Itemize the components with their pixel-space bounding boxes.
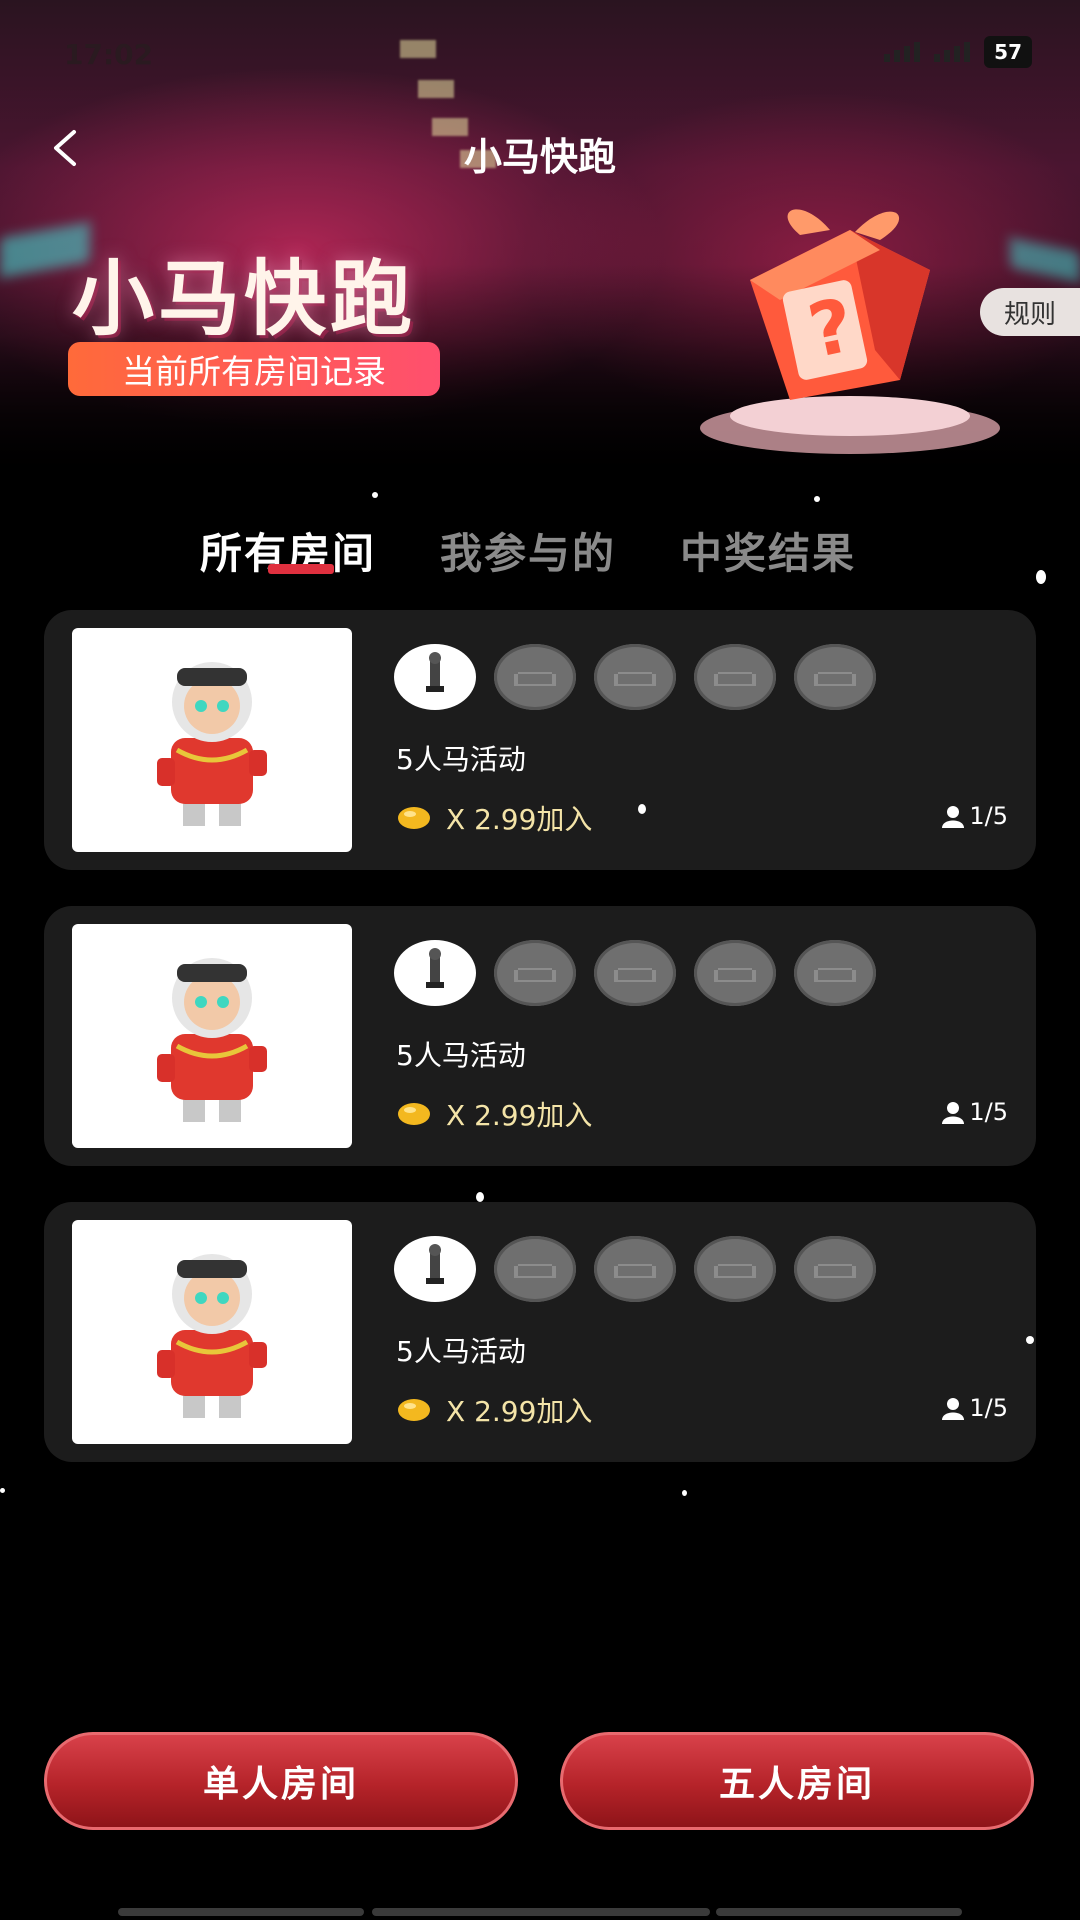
battery-icon: 57	[984, 36, 1032, 68]
sofa-icon	[514, 968, 556, 982]
snow-particle	[1036, 570, 1046, 584]
room-occupancy-label: 1/5	[969, 802, 1008, 830]
single-room-button[interactable]: 单人房间	[44, 1732, 518, 1830]
sofa-icon	[614, 1264, 656, 1278]
seat-empty[interactable]	[694, 940, 776, 1006]
seat-empty[interactable]	[694, 1236, 776, 1302]
five-person-room-button[interactable]: 五人房间	[560, 1732, 1034, 1830]
room-price: X 2.99加入	[396, 1094, 592, 1134]
seat-row	[394, 1236, 994, 1302]
sofa-icon	[514, 672, 556, 686]
tab-my-participation[interactable]: 我参与的	[440, 520, 616, 581]
seat-occupied	[394, 1236, 476, 1302]
gold-bean-icon	[398, 1399, 430, 1421]
room-title: 5人马活动	[396, 1039, 526, 1072]
sofa-icon	[514, 1264, 556, 1278]
sofa-icon	[714, 968, 756, 982]
prize-image	[72, 924, 352, 1148]
astronaut-figure-icon	[157, 958, 267, 1122]
mystery-gift-box-icon: ?	[700, 209, 1000, 454]
room-price-label: X 2.99加入	[446, 1099, 593, 1132]
prize-image	[72, 628, 352, 852]
room-card[interactable]: 5人马活动 X 2.99加入 1/5	[44, 906, 1036, 1166]
room-price: X 2.99加入	[396, 1390, 592, 1430]
room-price-label: X 2.99加入	[446, 803, 593, 836]
hero-tagline: 当前所有房间记录	[68, 342, 440, 396]
hero-title: 小马快跑	[72, 252, 417, 347]
seat-empty[interactable]	[794, 940, 876, 1006]
room-title: 5人马活动	[396, 743, 526, 776]
sofa-icon	[714, 1264, 756, 1278]
seat-empty[interactable]	[494, 940, 576, 1006]
snow-particle	[476, 1192, 484, 1202]
gold-bean-icon	[398, 1103, 430, 1125]
seat-row	[394, 644, 994, 710]
room-occupancy-label: 1/5	[969, 1098, 1008, 1126]
seat-empty[interactable]	[694, 644, 776, 710]
rules-button[interactable]: 规则	[980, 288, 1080, 336]
nav-gesture-bar[interactable]	[372, 1908, 710, 1916]
seat-empty[interactable]	[794, 644, 876, 710]
snow-particle	[682, 1490, 687, 1496]
sofa-icon	[814, 1264, 856, 1278]
room-price: X 2.99加入	[396, 798, 592, 838]
nav-gesture-bar[interactable]	[716, 1908, 962, 1916]
snow-particle	[0, 1488, 5, 1493]
seat-empty[interactable]	[594, 644, 676, 710]
active-tab-indicator	[268, 564, 334, 574]
user-icon	[942, 806, 965, 828]
snow-particle	[1026, 1336, 1034, 1344]
figure-avatar-icon	[426, 948, 444, 988]
sofa-icon	[714, 672, 756, 686]
signal-icon-2	[934, 42, 971, 62]
snow-particle	[638, 804, 646, 814]
user-icon	[942, 1398, 965, 1420]
room-card[interactable]: 5人马活动 X 2.99加入 1/5	[44, 1202, 1036, 1462]
status-time: 17:02	[64, 38, 154, 71]
snow-particle	[814, 496, 820, 502]
room-occupancy: 1/5	[941, 1394, 1008, 1422]
neon-light-right	[1010, 237, 1080, 283]
prize-image	[72, 1220, 352, 1444]
user-icon	[942, 1102, 965, 1124]
seat-empty[interactable]	[594, 940, 676, 1006]
top-banner: 17:02 57 小马快跑 小马快跑 当前所有房间记录 ? 规则	[0, 0, 1080, 480]
seat-occupied	[394, 940, 476, 1006]
sofa-icon	[614, 968, 656, 982]
seat-empty[interactable]	[494, 644, 576, 710]
snow-particle	[372, 492, 378, 498]
nav-gesture-bar[interactable]	[118, 1908, 364, 1916]
sofa-icon	[814, 672, 856, 686]
room-occupancy: 1/5	[941, 1098, 1008, 1126]
room-occupancy: 1/5	[941, 802, 1008, 830]
page-title: 小马快跑	[463, 135, 616, 179]
seat-row	[394, 940, 994, 1006]
room-title: 5人马活动	[396, 1335, 526, 1368]
tab-winning-results[interactable]: 中奖结果	[680, 520, 856, 581]
seat-empty[interactable]	[494, 1236, 576, 1302]
gold-bean-icon	[398, 807, 430, 829]
room-card[interactable]: 5人马活动 X 2.99加入 1/5	[44, 610, 1036, 870]
seat-empty[interactable]	[594, 1236, 676, 1302]
status-indicators: 57	[884, 36, 1032, 68]
room-tabs: 所有房间 我参与的 中奖结果	[0, 520, 1080, 590]
astronaut-figure-icon	[157, 662, 267, 826]
seat-empty[interactable]	[794, 1236, 876, 1302]
seat-occupied	[394, 644, 476, 710]
signal-icon	[884, 42, 921, 62]
astronaut-figure-icon	[157, 1254, 267, 1418]
figure-avatar-icon	[426, 652, 444, 692]
room-occupancy-label: 1/5	[969, 1394, 1008, 1422]
sofa-icon	[614, 672, 656, 686]
sofa-icon	[814, 968, 856, 982]
figure-avatar-icon	[426, 1244, 444, 1284]
room-price-label: X 2.99加入	[446, 1395, 593, 1428]
